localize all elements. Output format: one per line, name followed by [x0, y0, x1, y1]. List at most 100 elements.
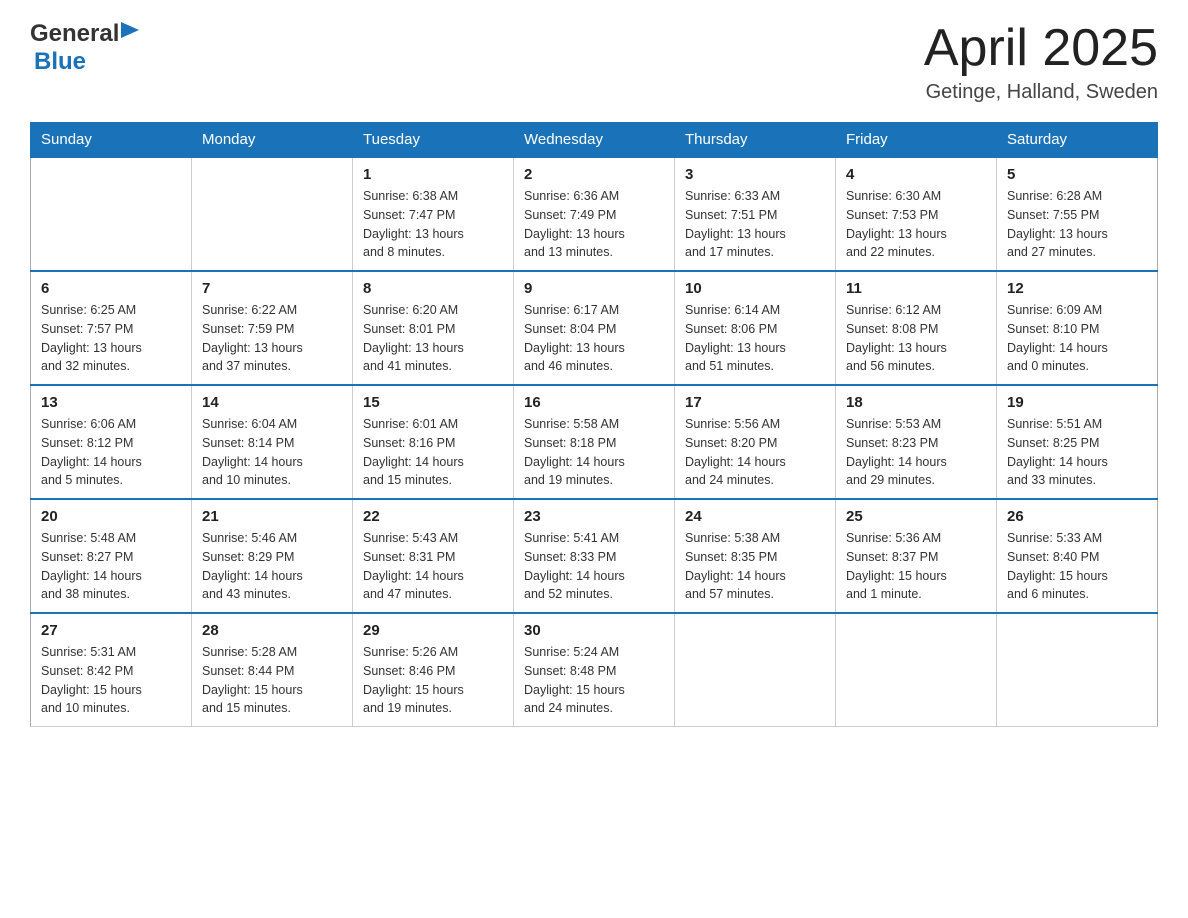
calendar-day-4: 4 Sunrise: 6:30 AM Sunset: 7:53 PM Daylig… [836, 157, 997, 271]
calendar-day-18: 18 Sunrise: 5:53 AM Sunset: 8:23 PM Dayli… [836, 385, 997, 499]
calendar-day-10: 10 Sunrise: 6:14 AM Sunset: 8:06 PM Dayli… [675, 271, 836, 385]
weekday-header-monday: Monday [192, 123, 353, 158]
calendar-day-12: 12 Sunrise: 6:09 AM Sunset: 8:10 PM Dayli… [997, 271, 1158, 385]
day-number: 18 [846, 394, 986, 411]
weekday-header-saturday: Saturday [997, 123, 1158, 158]
calendar-empty-cell [836, 613, 997, 727]
calendar-day-28: 28 Sunrise: 5:28 AM Sunset: 8:44 PM Dayli… [192, 613, 353, 727]
day-info: Sunrise: 5:28 AM Sunset: 8:44 PM Dayligh… [202, 643, 342, 718]
calendar-day-14: 14 Sunrise: 6:04 AM Sunset: 8:14 PM Dayli… [192, 385, 353, 499]
calendar-day-15: 15 Sunrise: 6:01 AM Sunset: 8:16 PM Dayli… [353, 385, 514, 499]
day-info: Sunrise: 5:38 AM Sunset: 8:35 PM Dayligh… [685, 529, 825, 604]
logo: General Blue [30, 20, 145, 76]
day-info: Sunrise: 6:14 AM Sunset: 8:06 PM Dayligh… [685, 301, 825, 376]
location-title: Getinge, Halland, Sweden [924, 81, 1158, 104]
day-number: 11 [846, 280, 986, 297]
calendar-week-row: 1 Sunrise: 6:38 AM Sunset: 7:47 PM Daylig… [31, 157, 1158, 271]
day-info: Sunrise: 6:22 AM Sunset: 7:59 PM Dayligh… [202, 301, 342, 376]
day-info: Sunrise: 6:06 AM Sunset: 8:12 PM Dayligh… [41, 415, 181, 490]
day-number: 24 [685, 508, 825, 525]
day-number: 28 [202, 622, 342, 639]
day-info: Sunrise: 5:26 AM Sunset: 8:46 PM Dayligh… [363, 643, 503, 718]
day-number: 8 [363, 280, 503, 297]
calendar-day-8: 8 Sunrise: 6:20 AM Sunset: 8:01 PM Daylig… [353, 271, 514, 385]
calendar-empty-cell [997, 613, 1158, 727]
calendar-empty-cell [192, 157, 353, 271]
weekday-header-wednesday: Wednesday [514, 123, 675, 158]
logo-blue-text: Blue [34, 48, 86, 76]
day-number: 3 [685, 166, 825, 183]
weekday-header-sunday: Sunday [31, 123, 192, 158]
calendar-day-26: 26 Sunrise: 5:33 AM Sunset: 8:40 PM Dayli… [997, 499, 1158, 613]
day-info: Sunrise: 5:46 AM Sunset: 8:29 PM Dayligh… [202, 529, 342, 604]
weekday-header-thursday: Thursday [675, 123, 836, 158]
day-number: 20 [41, 508, 181, 525]
day-number: 7 [202, 280, 342, 297]
calendar-day-6: 6Sunrise: 6:25 AM Sunset: 7:57 PM Daylig… [31, 271, 192, 385]
logo-general-text: General [30, 20, 119, 48]
calendar-empty-cell [31, 157, 192, 271]
calendar-day-20: 20 Sunrise: 5:48 AM Sunset: 8:27 PM Dayli… [31, 499, 192, 613]
day-info: Sunrise: 5:58 AM Sunset: 8:18 PM Dayligh… [524, 415, 664, 490]
day-info: Sunrise: 6:38 AM Sunset: 7:47 PM Dayligh… [363, 187, 503, 262]
day-info: Sunrise: 6:12 AM Sunset: 8:08 PM Dayligh… [846, 301, 986, 376]
calendar-day-7: 7 Sunrise: 6:22 AM Sunset: 7:59 PM Daylig… [192, 271, 353, 385]
calendar-day-11: 11 Sunrise: 6:12 AM Sunset: 8:08 PM Dayli… [836, 271, 997, 385]
day-info: Sunrise: 6:01 AM Sunset: 8:16 PM Dayligh… [363, 415, 503, 490]
day-info: Sunrise: 6:09 AM Sunset: 8:10 PM Dayligh… [1007, 301, 1147, 376]
day-number: 22 [363, 508, 503, 525]
day-info: Sunrise: 6:17 AM Sunset: 8:04 PM Dayligh… [524, 301, 664, 376]
day-number: 2 [524, 166, 664, 183]
calendar-week-row: 27 Sunrise: 5:31 AM Sunset: 8:42 PM Dayli… [31, 613, 1158, 727]
calendar-day-5: 5 Sunrise: 6:28 AM Sunset: 7:55 PM Daylig… [997, 157, 1158, 271]
day-info: Sunrise: 6:28 AM Sunset: 7:55 PM Dayligh… [1007, 187, 1147, 262]
weekday-header-tuesday: Tuesday [353, 123, 514, 158]
month-title: April 2025 [924, 20, 1158, 77]
day-number: 13 [41, 394, 181, 411]
day-number: 10 [685, 280, 825, 297]
day-info: Sunrise: 5:48 AM Sunset: 8:27 PM Dayligh… [41, 529, 181, 604]
day-number: 29 [363, 622, 503, 639]
calendar-day-19: 19Sunrise: 5:51 AM Sunset: 8:25 PM Dayli… [997, 385, 1158, 499]
calendar-day-3: 3 Sunrise: 6:33 AM Sunset: 7:51 PM Daylig… [675, 157, 836, 271]
page-header: General Blue April 2025 Getinge, Halland… [30, 20, 1158, 104]
calendar-week-row: 6Sunrise: 6:25 AM Sunset: 7:57 PM Daylig… [31, 271, 1158, 385]
day-number: 1 [363, 166, 503, 183]
day-number: 17 [685, 394, 825, 411]
day-info: Sunrise: 6:20 AM Sunset: 8:01 PM Dayligh… [363, 301, 503, 376]
day-number: 5 [1007, 166, 1147, 183]
day-info: Sunrise: 5:33 AM Sunset: 8:40 PM Dayligh… [1007, 529, 1147, 604]
calendar-day-30: 30Sunrise: 5:24 AM Sunset: 8:48 PM Dayli… [514, 613, 675, 727]
calendar-day-23: 23Sunrise: 5:41 AM Sunset: 8:33 PM Dayli… [514, 499, 675, 613]
title-section: April 2025 Getinge, Halland, Sweden [924, 20, 1158, 104]
day-info: Sunrise: 5:36 AM Sunset: 8:37 PM Dayligh… [846, 529, 986, 604]
calendar-day-16: 16 Sunrise: 5:58 AM Sunset: 8:18 PM Dayli… [514, 385, 675, 499]
day-number: 16 [524, 394, 664, 411]
day-number: 23 [524, 508, 664, 525]
calendar-day-2: 2Sunrise: 6:36 AM Sunset: 7:49 PM Daylig… [514, 157, 675, 271]
calendar-header-row: SundayMondayTuesdayWednesdayThursdayFrid… [31, 123, 1158, 158]
day-info: Sunrise: 5:53 AM Sunset: 8:23 PM Dayligh… [846, 415, 986, 490]
calendar-day-29: 29 Sunrise: 5:26 AM Sunset: 8:46 PM Dayli… [353, 613, 514, 727]
day-number: 26 [1007, 508, 1147, 525]
day-number: 19 [1007, 394, 1147, 411]
day-number: 4 [846, 166, 986, 183]
day-info: Sunrise: 6:04 AM Sunset: 8:14 PM Dayligh… [202, 415, 342, 490]
day-number: 21 [202, 508, 342, 525]
calendar-day-21: 21 Sunrise: 5:46 AM Sunset: 8:29 PM Dayli… [192, 499, 353, 613]
calendar-week-row: 20 Sunrise: 5:48 AM Sunset: 8:27 PM Dayli… [31, 499, 1158, 613]
day-info: Sunrise: 6:30 AM Sunset: 7:53 PM Dayligh… [846, 187, 986, 262]
calendar-day-27: 27 Sunrise: 5:31 AM Sunset: 8:42 PM Dayli… [31, 613, 192, 727]
day-number: 27 [41, 622, 181, 639]
day-number: 15 [363, 394, 503, 411]
day-number: 14 [202, 394, 342, 411]
day-number: 12 [1007, 280, 1147, 297]
calendar-table: SundayMondayTuesdayWednesdayThursdayFrid… [30, 122, 1158, 727]
calendar-day-25: 25Sunrise: 5:36 AM Sunset: 8:37 PM Dayli… [836, 499, 997, 613]
calendar-day-1: 1 Sunrise: 6:38 AM Sunset: 7:47 PM Daylig… [353, 157, 514, 271]
day-info: Sunrise: 5:31 AM Sunset: 8:42 PM Dayligh… [41, 643, 181, 718]
day-info: Sunrise: 6:25 AM Sunset: 7:57 PM Dayligh… [41, 301, 181, 376]
calendar-day-9: 9 Sunrise: 6:17 AM Sunset: 8:04 PM Daylig… [514, 271, 675, 385]
day-info: Sunrise: 6:33 AM Sunset: 7:51 PM Dayligh… [685, 187, 825, 262]
day-number: 9 [524, 280, 664, 297]
